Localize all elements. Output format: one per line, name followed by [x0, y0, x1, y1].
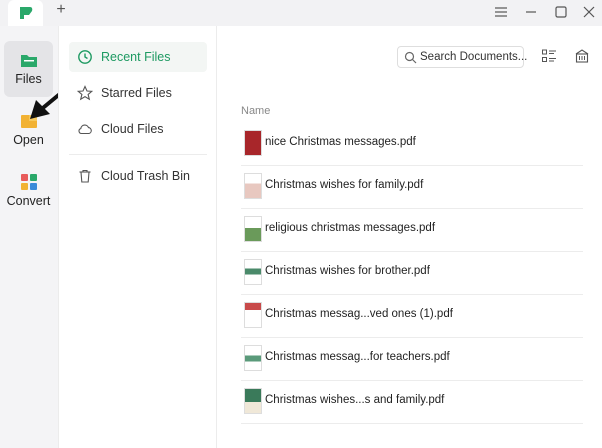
list-view-icon[interactable]	[541, 48, 557, 64]
files-sidebar: Recent Files Starred Files Cloud Files C…	[58, 26, 217, 448]
maximize-icon[interactable]	[552, 3, 570, 21]
search-documents-input[interactable]: Search Documents...	[397, 46, 528, 68]
pdf-thumbnail-icon	[244, 173, 262, 199]
nav-item-convert[interactable]: Convert	[4, 163, 53, 219]
sidebar-item-label: Cloud Trash Bin	[101, 169, 190, 183]
pdf-thumbnail-icon	[244, 130, 262, 156]
storage-icon[interactable]	[574, 48, 590, 64]
main-panel: Search Documents... Name nice Christmas …	[217, 26, 602, 448]
pdf-thumbnail-icon	[244, 216, 262, 242]
file-name: Christmas wishes...s and family.pdf	[265, 394, 445, 406]
sidebar-item-recent-files[interactable]: Recent Files	[69, 42, 207, 72]
minimize-icon[interactable]	[522, 3, 540, 21]
file-row[interactable]: Christmas wishes for family.pdf	[241, 167, 583, 209]
pdf-thumbnail-icon	[244, 259, 262, 285]
sidebar-item-cloud-files[interactable]: Cloud Files	[69, 114, 207, 144]
convert-grid-icon	[21, 174, 37, 190]
search-placeholder: Search Documents...	[420, 51, 528, 63]
sidebar-item-label: Recent Files	[101, 50, 171, 64]
file-name: Christmas wishes for family.pdf	[265, 179, 424, 191]
sidebar-item-label: Cloud Files	[101, 122, 164, 136]
close-icon[interactable]	[580, 3, 598, 21]
sidebar-item-cloud-trash-bin[interactable]: Cloud Trash Bin	[69, 161, 207, 191]
name-column-header[interactable]: Name	[241, 105, 270, 117]
files-icon	[21, 55, 37, 67]
title-bar: +	[0, 0, 602, 26]
pdf-thumbnail-icon	[244, 302, 262, 328]
sidebar-divider	[69, 154, 207, 155]
app-logo-icon	[20, 7, 33, 19]
file-row[interactable]: Christmas wishes...s and family.pdf	[241, 382, 583, 424]
file-name: Christmas wishes for brother.pdf	[265, 265, 430, 277]
file-row[interactable]: Christmas wishes for brother.pdf	[241, 253, 583, 295]
cloud-icon	[78, 124, 92, 135]
app-tab[interactable]	[8, 0, 43, 26]
sidebar-item-label: Starred Files	[101, 86, 172, 100]
file-name: Christmas messag...for teachers.pdf	[265, 351, 450, 363]
pdf-thumbnail-icon	[244, 345, 262, 371]
new-tab-plus-icon[interactable]: +	[53, 2, 69, 18]
file-row[interactable]: religious christmas messages.pdf	[241, 210, 583, 252]
pdf-thumbnail-icon	[244, 388, 262, 414]
nav-label: Open	[13, 133, 44, 147]
file-name: Christmas messag...ved ones (1).pdf	[265, 308, 453, 320]
sidebar-item-starred-files[interactable]: Starred Files	[69, 78, 207, 108]
menu-icon[interactable]	[492, 3, 510, 21]
trash-icon	[79, 169, 91, 183]
file-row[interactable]: Christmas messag...ved ones (1).pdf	[241, 296, 583, 338]
star-icon	[77, 85, 93, 101]
file-name: religious christmas messages.pdf	[265, 222, 436, 234]
file-row[interactable]: nice Christmas messages.pdf	[241, 124, 583, 166]
file-name: nice Christmas messages.pdf	[265, 136, 416, 148]
search-icon	[404, 51, 417, 64]
clock-icon	[78, 50, 92, 64]
nav-label: Convert	[6, 194, 51, 208]
file-row[interactable]: Christmas messag...for teachers.pdf	[241, 339, 583, 381]
